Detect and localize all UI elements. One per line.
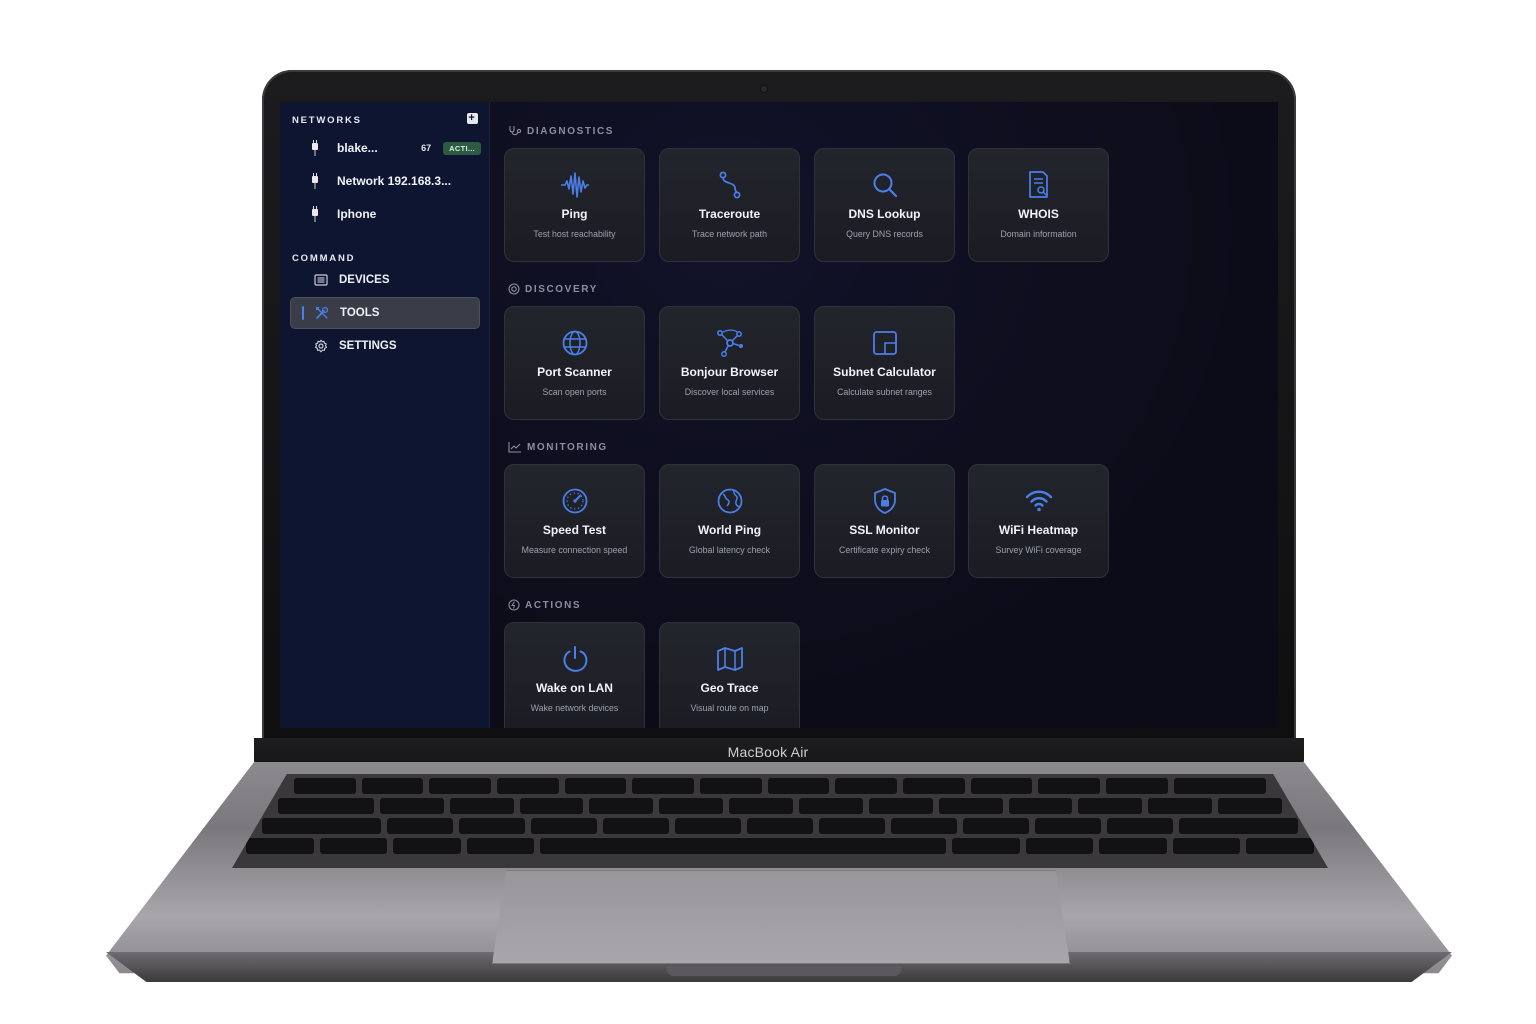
network-device-count: 67 xyxy=(421,143,432,153)
power-icon xyxy=(562,646,587,672)
card-title: Traceroute xyxy=(698,207,761,221)
section-diagnostics-title: DIAGNOSTICS xyxy=(508,125,614,137)
globe-icon xyxy=(562,330,587,356)
app-window: NETWORKS + blake... 67 ACTI... Network 1… xyxy=(280,102,1278,728)
section-label: DIAGNOSTICS xyxy=(527,125,615,137)
bolt-circle-icon xyxy=(508,599,520,611)
radar-icon xyxy=(508,283,520,295)
waveform-icon xyxy=(560,172,589,198)
active-badge: ACTI... xyxy=(443,141,481,155)
card-title: Ping xyxy=(561,207,588,221)
plus-icon: + xyxy=(468,112,477,124)
command-header: COMMAND xyxy=(292,253,356,264)
card-description: Query DNS records xyxy=(846,229,923,239)
document-search-icon xyxy=(1028,171,1048,198)
tools-icon xyxy=(316,306,329,319)
nav-label: SETTINGS xyxy=(339,340,397,352)
card-description: Measure connection speed xyxy=(521,545,628,555)
tool-card-wake-on-lan[interactable]: Wake on LAN Wake network devices xyxy=(504,622,645,728)
section-discovery-title: DISCOVERY xyxy=(508,283,598,295)
shield-lock-icon xyxy=(873,488,896,514)
network-nodes-icon xyxy=(716,329,743,357)
search-icon xyxy=(873,173,897,198)
nav-label: TOOLS xyxy=(340,307,380,319)
card-description: Trace network path xyxy=(692,229,767,239)
tool-card-port-scanner[interactable]: Port Scanner Scan open ports xyxy=(504,306,645,420)
wifi-icon xyxy=(1025,490,1052,512)
laptop-front-notch xyxy=(666,966,902,976)
tool-card-subnet-calculator[interactable]: Subnet Calculator Calculate subnet range… xyxy=(814,306,955,420)
card-description: Domain information xyxy=(1000,229,1077,239)
camera-icon xyxy=(760,85,768,93)
card-description: Calculate subnet ranges xyxy=(837,387,932,397)
sidebar-network-iphone[interactable]: Iphone xyxy=(310,204,481,224)
tool-card-wifi-heatmap[interactable]: WiFi Heatmap Survey WiFi coverage xyxy=(968,464,1109,578)
gear-icon xyxy=(314,339,328,353)
section-label: MONITORING xyxy=(527,441,608,453)
globe-icon xyxy=(717,488,742,514)
tool-card-world-ping[interactable]: World Ping Global latency check xyxy=(659,464,800,578)
card-title: Geo Trace xyxy=(700,681,759,695)
card-description: Visual route on map xyxy=(690,703,769,713)
network-label: Network 192.168.3... xyxy=(337,174,452,188)
tool-card-geo-trace[interactable]: Geo Trace Visual route on map xyxy=(659,622,800,728)
keyboard xyxy=(232,774,1328,868)
sidebar-network-blake[interactable]: blake... 67 ACTI... xyxy=(310,138,481,158)
tool-card-ssl-monitor[interactable]: SSL Monitor Certificate expiry check xyxy=(814,464,955,578)
sidebar-item-devices[interactable]: DEVICES xyxy=(290,265,480,295)
card-title: Bonjour Browser xyxy=(680,365,779,379)
card-title: Wake on LAN xyxy=(536,681,613,695)
tools-panel: DIAGNOSTICS Ping Test host reachability … xyxy=(490,102,1278,728)
sidebar-network-192[interactable]: Network 192.168.3... xyxy=(310,171,481,191)
network-label: Iphone xyxy=(337,207,377,221)
card-title: Speed Test xyxy=(542,523,607,537)
card-title: World Ping xyxy=(697,523,762,537)
gauge-icon xyxy=(562,488,587,514)
card-title: Port Scanner xyxy=(537,365,612,379)
grid-square-icon xyxy=(872,331,897,355)
sidebar-item-settings[interactable]: SETTINGS xyxy=(290,331,480,361)
networks-header: NETWORKS + xyxy=(292,113,481,126)
sidebar: NETWORKS + blake... 67 ACTI... Network 1… xyxy=(280,102,490,728)
add-network-button[interactable]: + xyxy=(467,113,478,124)
network-label: blake... xyxy=(337,141,378,155)
map-icon xyxy=(716,647,743,671)
section-actions-title: ACTIONS xyxy=(508,599,581,611)
card-title: SSL Monitor xyxy=(849,523,920,537)
tool-card-dns-lookup[interactable]: DNS Lookup Query DNS records xyxy=(814,148,955,262)
chart-line-icon xyxy=(508,442,521,453)
ethernet-plug-icon xyxy=(310,173,320,189)
device-brand-label: MacBook Air xyxy=(727,744,809,760)
card-title: DNS Lookup xyxy=(848,207,921,221)
tool-card-traceroute[interactable]: Traceroute Trace network path xyxy=(659,148,800,262)
card-description: Global latency check xyxy=(688,545,771,555)
card-title: WiFi Heatmap xyxy=(998,523,1079,537)
networks-header-label: NETWORKS xyxy=(292,115,362,126)
list-icon xyxy=(314,274,328,286)
ethernet-plug-icon xyxy=(310,206,320,222)
sidebar-item-tools[interactable]: TOOLS xyxy=(290,297,480,329)
card-description: Wake network devices xyxy=(530,703,619,713)
card-title: Subnet Calculator xyxy=(833,365,936,379)
card-description: Survey WiFi coverage xyxy=(995,545,1082,555)
tool-card-speed-test[interactable]: Speed Test Measure connection speed xyxy=(504,464,645,578)
section-monitoring-title: MONITORING xyxy=(508,441,608,453)
section-label: ACTIONS xyxy=(525,599,582,611)
trackpad xyxy=(492,870,1070,964)
ethernet-plug-icon xyxy=(310,140,320,156)
tool-card-bonjour-browser[interactable]: Bonjour Browser Discover local services xyxy=(659,306,800,420)
card-description: Certificate expiry check xyxy=(839,545,930,555)
card-title: WHOIS xyxy=(1018,207,1059,221)
tool-card-whois[interactable]: WHOIS Domain information xyxy=(968,148,1109,262)
stethoscope-icon xyxy=(509,126,522,136)
section-label: DISCOVERY xyxy=(525,283,598,295)
route-icon xyxy=(719,171,740,199)
card-description: Discover local services xyxy=(684,387,775,397)
card-description: Scan open ports xyxy=(542,387,607,397)
nav-label: DEVICES xyxy=(339,274,390,286)
tool-card-ping[interactable]: Ping Test host reachability xyxy=(504,148,645,262)
card-description: Test host reachability xyxy=(533,229,616,239)
